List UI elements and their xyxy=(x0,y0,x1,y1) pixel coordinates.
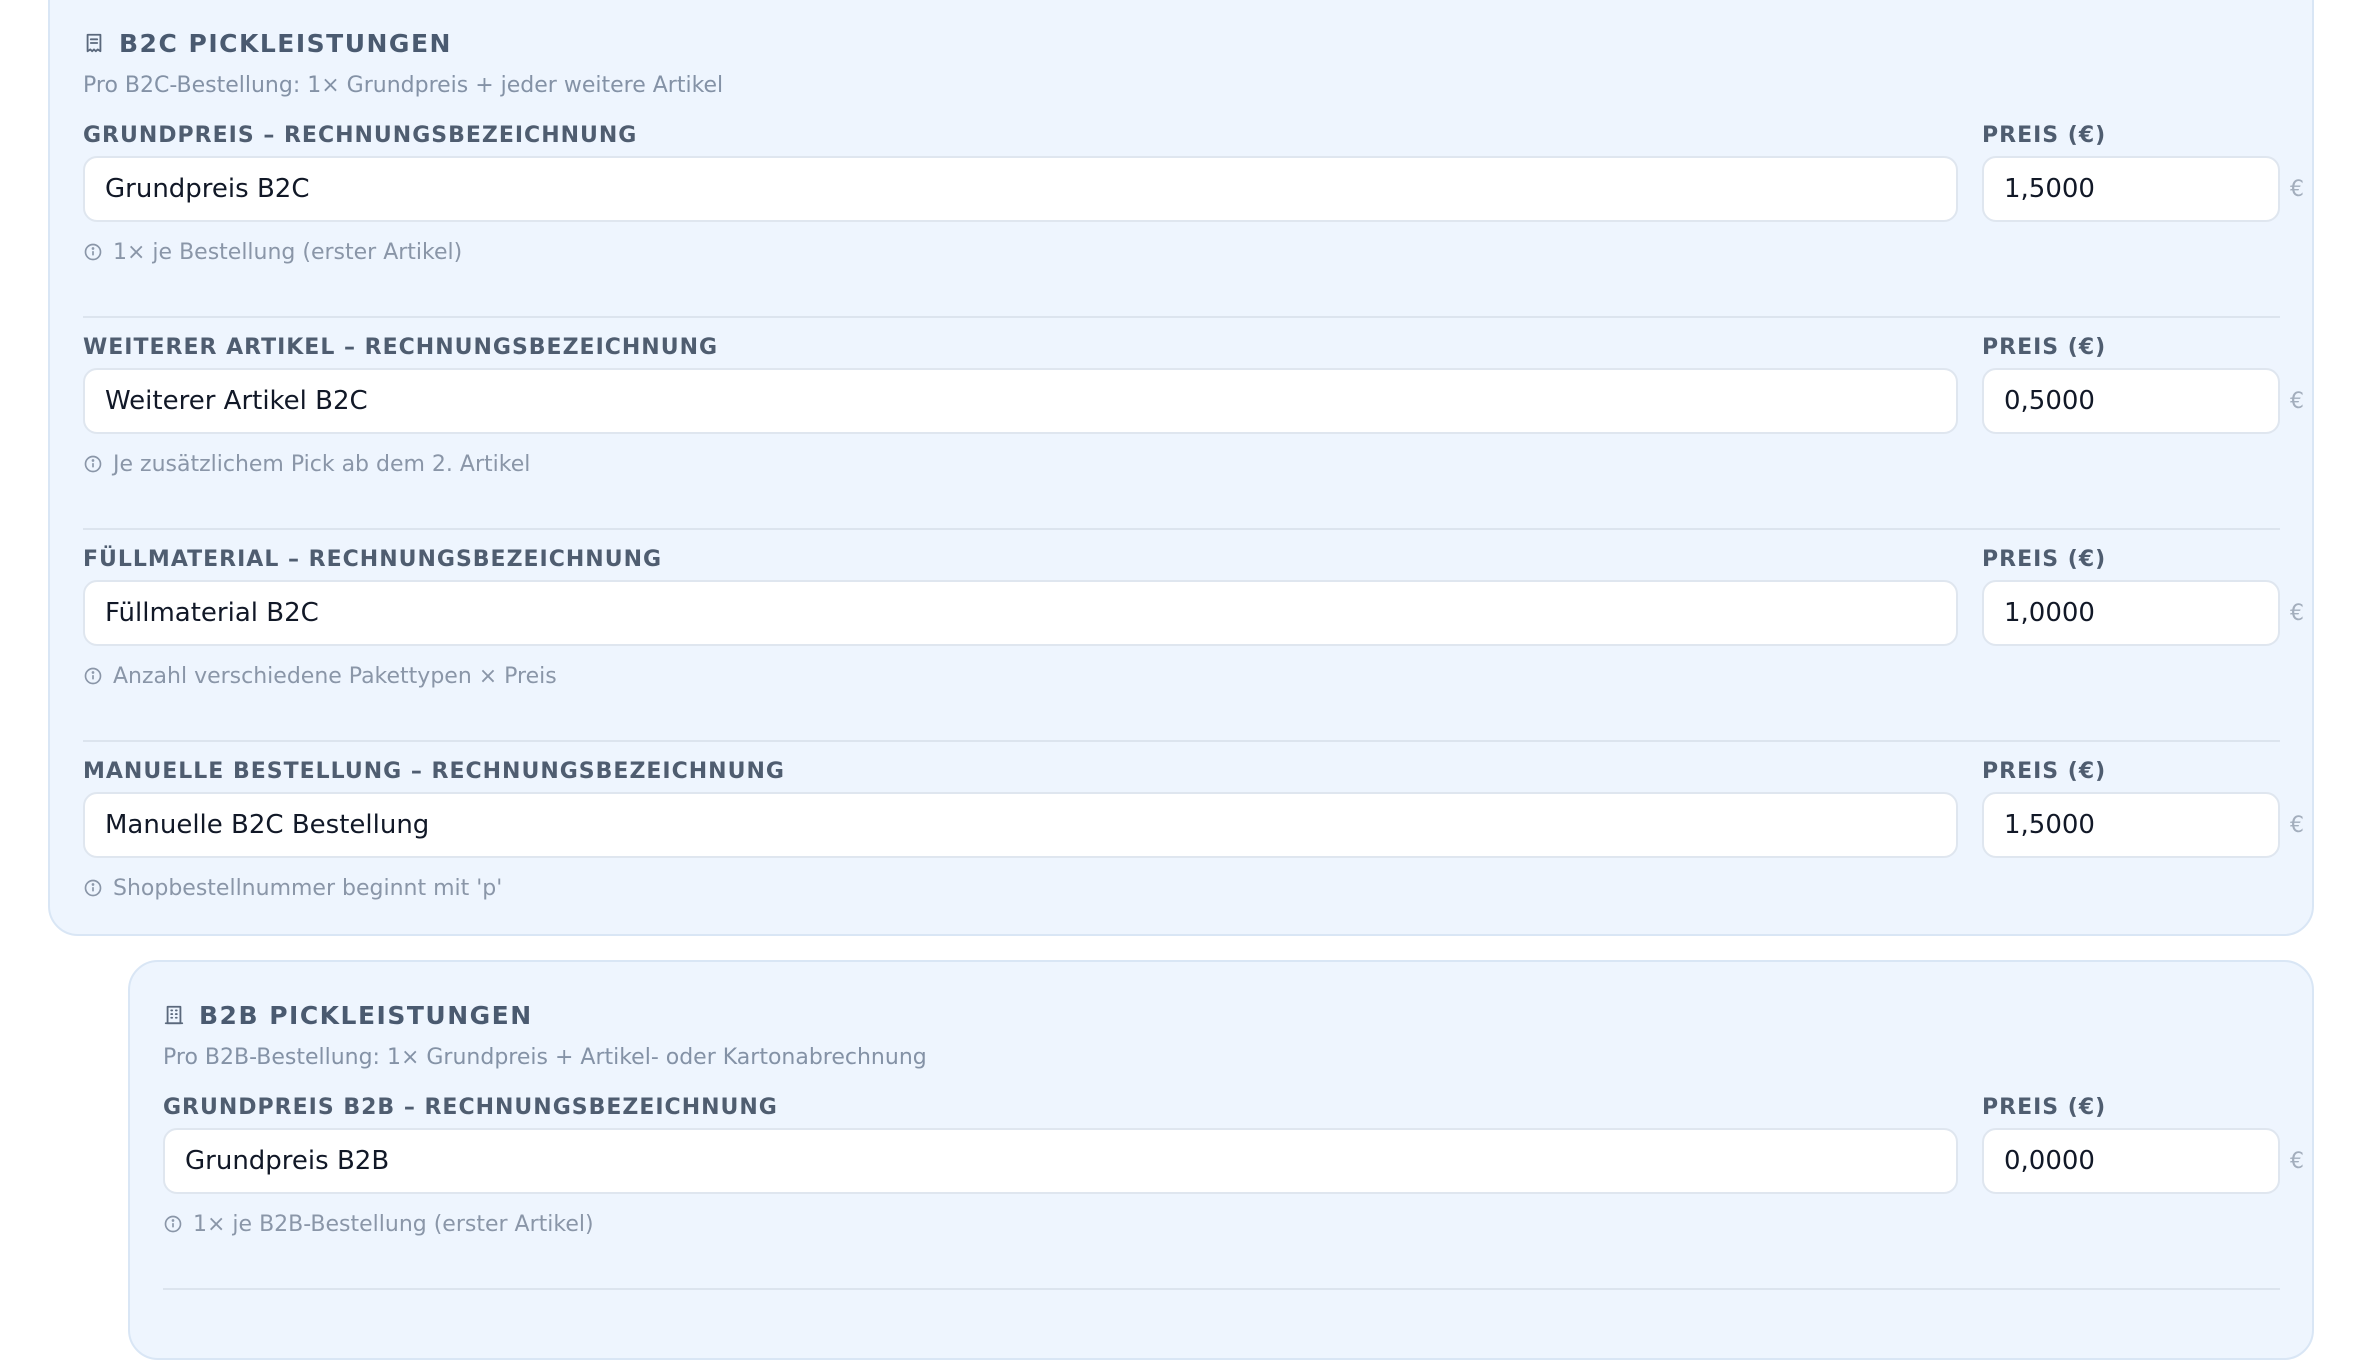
b2b-panel-title: B2B PICKLEISTUNGEN xyxy=(199,1000,533,1030)
b2c-grundpreis-name-input[interactable] xyxy=(83,156,1958,222)
b2c-weiterer-artikel-hint: Je zusätzlichem Pick ab dem 2. Artikel xyxy=(83,446,2280,482)
b2c-panel-subtitle: Pro B2C-Bestellung: 1× Grundpreis + jede… xyxy=(83,73,724,98)
b2b-panel-subtitle: Pro B2B-Bestellung: 1× Grundpreis + Arti… xyxy=(163,1045,927,1070)
b2c-fuellmaterial-hint: Anzahl verschiedene Pakettypen × Preis xyxy=(83,658,2280,694)
info-icon xyxy=(84,455,102,473)
b2c-pickleistungen-panel: B2C PICKLEISTUNGEN Pro B2C-Bestellung: 1… xyxy=(48,0,2314,936)
currency-symbol: € xyxy=(2290,600,2304,626)
b2c-grundpreis-name-label: GRUNDPREIS – RECHNUNGSBEZEICHNUNG xyxy=(83,123,638,148)
currency-symbol: € xyxy=(2290,388,2304,414)
b2c-weiterer-artikel-name-label: WEITERER ARTIKEL – RECHNUNGSBEZEICHNUNG xyxy=(83,335,719,360)
b2b-grundpreis-hint: 1× je B2B-Bestellung (erster Artikel) xyxy=(163,1206,2280,1242)
b2c-grundpreis-hint: 1× je Bestellung (erster Artikel) xyxy=(83,234,2280,270)
b2b-panel-content: B2B PICKLEISTUNGEN Pro B2B-Bestellung: 1… xyxy=(163,994,2304,1290)
b2b-grundpreis-price-input[interactable] xyxy=(1982,1128,2280,1194)
b2b-panel-header: B2B PICKLEISTUNGEN xyxy=(163,994,2280,1036)
currency-symbol: € xyxy=(2290,812,2304,838)
building-icon xyxy=(164,1005,184,1025)
b2b-grundpreis-section: GRUNDPREIS B2B – RECHNUNGSBEZEICHNUNG PR… xyxy=(163,1088,2304,1290)
b2c-fuellmaterial-hint-text: Anzahl verschiedene Pakettypen × Preis xyxy=(113,663,557,689)
b2c-fuellmaterial-price-label: PREIS (€) xyxy=(1982,547,2107,572)
b2c-manuelle-bestellung-hint: Shopbestellnummer beginnt mit 'p' xyxy=(83,870,2280,906)
b2c-panel-header: B2C PICKLEISTUNGEN xyxy=(83,22,2280,64)
b2c-manuelle-bestellung-section: MANUELLE BESTELLUNG – RECHNUNGSBEZEICHNU… xyxy=(83,752,2304,952)
b2c-fuellmaterial-name-input[interactable] xyxy=(83,580,1958,646)
currency-symbol: € xyxy=(2290,1148,2304,1174)
b2c-manuelle-bestellung-hint-text: Shopbestellnummer beginnt mit 'p' xyxy=(113,875,503,901)
b2c-manuelle-bestellung-name-label: MANUELLE BESTELLUNG – RECHNUNGSBEZEICHNU… xyxy=(83,759,785,784)
b2c-fuellmaterial-section: FÜLLMATERIAL – RECHNUNGSBEZEICHNUNG PREI… xyxy=(83,540,2304,742)
b2c-weiterer-artikel-section: WEITERER ARTIKEL – RECHNUNGSBEZEICHNUNG … xyxy=(83,328,2304,530)
b2c-weiterer-artikel-name-input[interactable] xyxy=(83,368,1958,434)
currency-symbol: € xyxy=(2290,176,2304,202)
b2b-grundpreis-name-label: GRUNDPREIS B2B – RECHNUNGSBEZEICHNUNG xyxy=(163,1095,778,1120)
b2c-grundpreis-section: GRUNDPREIS – RECHNUNGSBEZEICHNUNG PREIS … xyxy=(83,116,2304,318)
b2c-weiterer-artikel-hint-text: Je zusätzlichem Pick ab dem 2. Artikel xyxy=(113,451,531,477)
info-icon xyxy=(84,667,102,685)
b2c-fuellmaterial-price-input[interactable] xyxy=(1982,580,2280,646)
b2c-manuelle-bestellung-price-label: PREIS (€) xyxy=(1982,759,2107,784)
receipt-icon xyxy=(86,33,102,53)
b2b-grundpreis-hint-text: 1× je B2B-Bestellung (erster Artikel) xyxy=(193,1211,594,1237)
info-icon xyxy=(164,1215,182,1233)
b2c-manuelle-bestellung-name-input[interactable] xyxy=(83,792,1958,858)
b2c-weiterer-artikel-price-label: PREIS (€) xyxy=(1982,335,2107,360)
b2c-panel-content: B2C PICKLEISTUNGEN Pro B2C-Bestellung: 1… xyxy=(83,22,2304,952)
b2c-fuellmaterial-name-label: FÜLLMATERIAL – RECHNUNGSBEZEICHNUNG xyxy=(83,547,663,572)
b2b-pickleistungen-panel: B2B PICKLEISTUNGEN Pro B2B-Bestellung: 1… xyxy=(128,960,2314,1360)
b2b-grundpreis-price-label: PREIS (€) xyxy=(1982,1095,2107,1120)
b2c-manuelle-bestellung-price-input[interactable] xyxy=(1982,792,2280,858)
b2c-weiterer-artikel-price-input[interactable] xyxy=(1982,368,2280,434)
b2c-grundpreis-price-label: PREIS (€) xyxy=(1982,123,2107,148)
b2c-grundpreis-price-input[interactable] xyxy=(1982,156,2280,222)
b2c-grundpreis-hint-text: 1× je Bestellung (erster Artikel) xyxy=(113,239,463,265)
info-icon xyxy=(84,243,102,261)
b2b-grundpreis-name-input[interactable] xyxy=(163,1128,1958,1194)
b2c-panel-title: B2C PICKLEISTUNGEN xyxy=(119,28,452,58)
info-icon xyxy=(84,879,102,897)
